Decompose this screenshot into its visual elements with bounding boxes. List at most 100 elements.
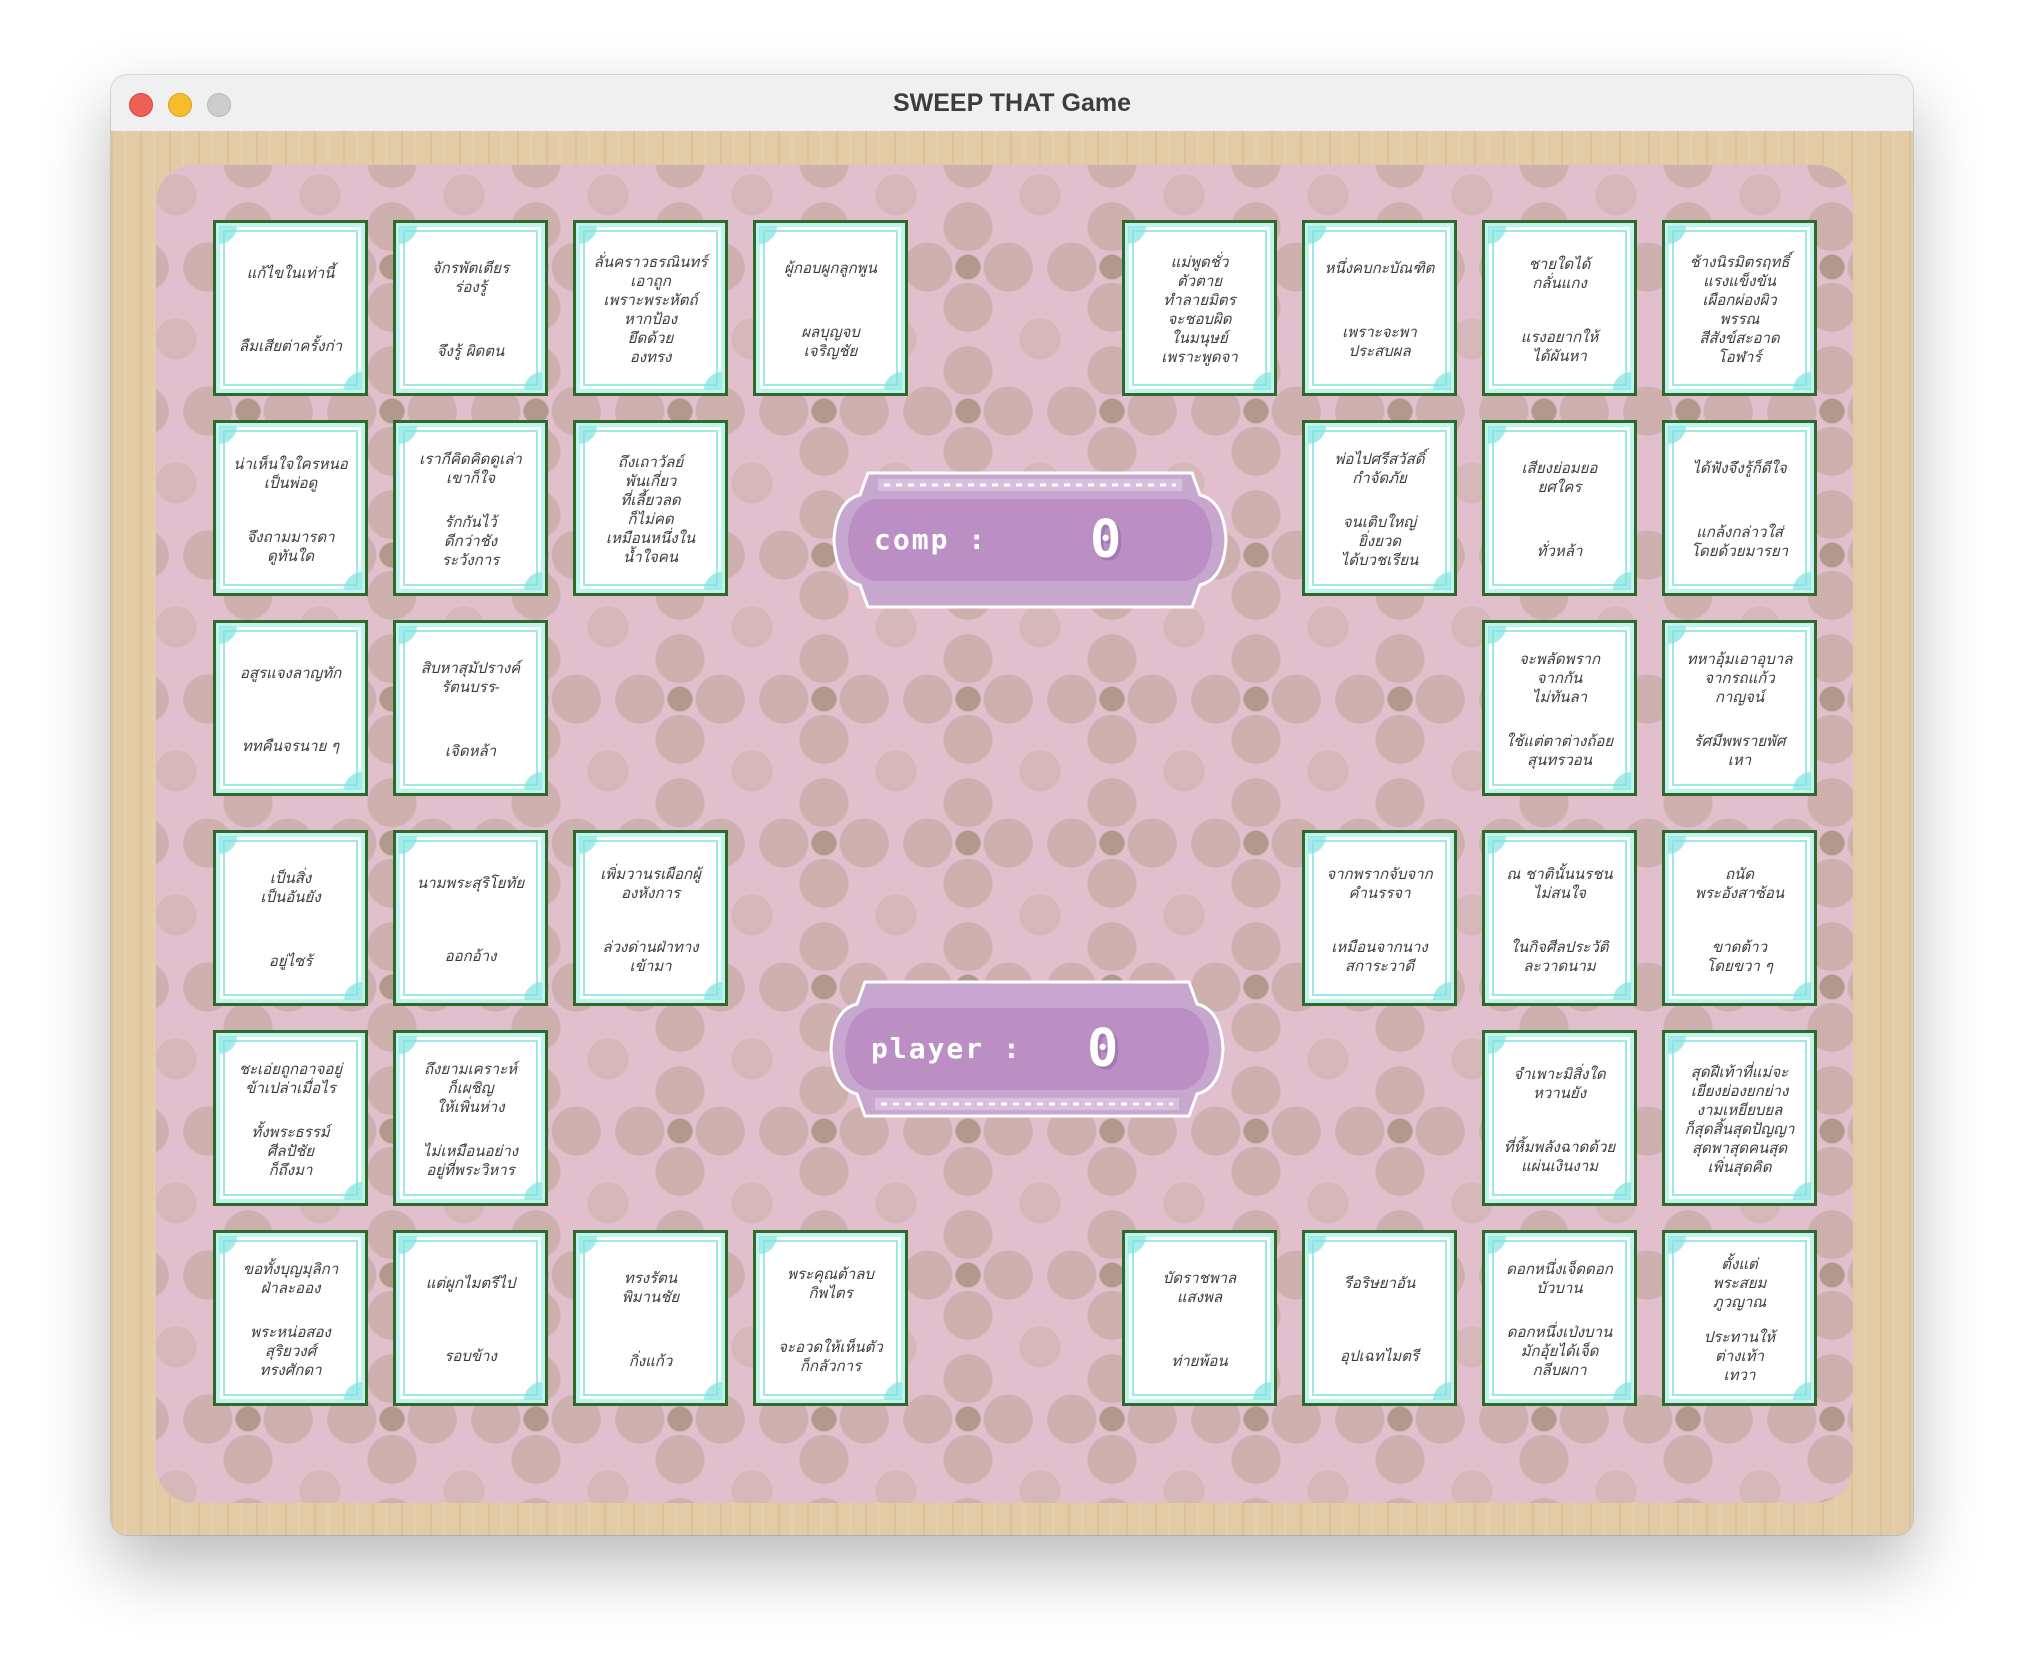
card-verse-line: จากพรากจับจาก คำนรรจา [1326, 864, 1433, 902]
game-card-c25[interactable]: ชะเอ่ยถูกอาจอยู่ ข้าเปล่าเมื่อไร ทั้งพระธ… [213, 1030, 368, 1206]
card-text: เป็นสิ่ง เป็นอันยัง อยู่ไซร้ [224, 847, 357, 993]
card-verse-line: สิบหาสุมัปรางค์ รัตนบรร- [420, 659, 521, 697]
card-verse-line: ผู้กอบผูกลูกพูน [784, 259, 877, 278]
card-verse-line: จักรพัตเตียร ร่องรู้ [431, 259, 510, 297]
game-card-c31[interactable]: ทรงรัตน พิมานชัย กิ่งแก้ว [573, 1230, 728, 1406]
card-text: ขอทั้งบุญมุลิกา ฝ่าละอองพระหน่อสอง สุริย… [224, 1247, 357, 1393]
card-text: จากพรากจับจาก คำนรรจาเหมือนจากนาง สการะว… [1313, 847, 1446, 993]
window-title: SWEEP THAT Game [892, 89, 1131, 117]
card-text: บัดราชพาล แสงพล ท่ายพ้อน [1133, 1247, 1266, 1393]
card-verse-line: สุดฝีเท้าที่แม่จะ เยียงย่องยกย่าง งามเหย… [1684, 1063, 1795, 1176]
card-text: ณ ชาตินั้นนรชน ไม่สนใจในกิจศีลประวัติ ละ… [1493, 847, 1626, 993]
card-verse-line: กิ่งแก้ว [628, 1351, 673, 1370]
card-verse-line: รักกันไว้ ดีกว่าชัง ระวังการ [441, 513, 500, 570]
card-verse-line: ถึงยามเคราะห์ ก็เผชิญ ให้เพิ่นห่าง [423, 1059, 518, 1116]
comp-score-value: 0 [1090, 510, 1122, 570]
game-card-c30[interactable]: แต่ผูกไมตรีไปรอบข้าง [393, 1230, 548, 1406]
card-verse-line: ทั้งพระธรรม์ ศีลปัชัย ก็ถึงมา [251, 1123, 330, 1180]
game-card-c23[interactable]: ณ ชาตินั้นนรชน ไม่สนใจในกิจศีลประวัติ ละ… [1482, 830, 1637, 1006]
game-card-c17[interactable]: จะพลัดพราก จากกัน ไม่ทันลาใช้แต่ตาต่างถ้… [1482, 620, 1637, 796]
game-card-c24[interactable]: ถนัด พระอังสาซ้อน ขาดต้าว โดยขวา ๆ [1662, 830, 1817, 1006]
card-text: จักรพัตเตียร ร่องรู้ จึงรู้ ผิดตน [404, 237, 537, 383]
game-card-c18[interactable]: ทหาอุ้มเอาอุบาล จากรถแก้ว กาญจน์ รัศมีพพร… [1662, 620, 1817, 796]
game-card-c34[interactable]: รีอริษยาอัน อุปเฉทไมตรี [1302, 1230, 1457, 1406]
card-text: เสียงย่อมยอ ยศใครทั่วหล้า [1493, 437, 1626, 583]
card-text: ถึงยามเคราะห์ ก็เผชิญ ให้เพิ่นห่างไม่เหม… [404, 1047, 537, 1193]
card-verse-line: ณ ชาตินั้นนรชน ไม่สนใจ [1506, 864, 1613, 902]
card-verse-line: ตั้งแต่ พระสยม ภูวญาณ [1712, 1255, 1767, 1311]
game-card-c14[interactable]: ได้ฟังจึงรู้ก็ดีใจ แกล้งกล่าวใส่ โดยด้วยม… [1662, 420, 1817, 596]
game-card-c6[interactable]: หนึ่งคบกะบัณฑิต เพราะจะพา ประสบผล [1302, 220, 1457, 396]
game-card-c11[interactable]: ถึงเถาวัลย์ พันเกี่ยว ที่เลี้ยวลด ก็ไม่ค… [573, 420, 728, 596]
card-verse-line: ไม่เหมือนอย่าง อยู่ที่พระวิหาร [422, 1142, 519, 1180]
game-card-c21[interactable]: เพิ่มวานรเผือกผู้ องหังการ ล่วงด่านฝ่าทาง… [573, 830, 728, 1006]
game-card-c15[interactable]: อสูรแจงลาญทัก ททคืนจรนาย ๆ [213, 620, 368, 796]
game-card-c7[interactable]: ชายใดได้ กลั่นแกงแรงอยากให้ ได้ผันหา [1482, 220, 1637, 396]
game-card-c32[interactable]: พระคุณต้าลบ กิพไตร จะอวดให้เห็นตัว ก็กลัว… [753, 1230, 908, 1406]
game-card-c29[interactable]: ขอทั้งบุญมุลิกา ฝ่าละอองพระหน่อสอง สุริย… [213, 1230, 368, 1406]
game-card-c10[interactable]: เรากีคิดคิดดูเล่า เขาก็ใจ รักกันไว้ ดีกว่… [393, 420, 548, 596]
card-text: หนึ่งคบกะบัณฑิต เพราะจะพา ประสบผล [1313, 237, 1446, 383]
card-verse-line: เสียงย่อมยอ ยศใคร [1521, 459, 1598, 497]
game-card-c13[interactable]: เสียงย่อมยอ ยศใครทั่วหล้า [1482, 420, 1637, 596]
card-text: รีอริษยาอัน อุปเฉทไมตรี [1313, 1247, 1446, 1393]
card-verse-line: แม่พูดชั่ว ตัวตาย ทำลายมิตร จะชอบผิด ในม… [1161, 253, 1238, 366]
card-verse-line: รอบข้าง [444, 1347, 497, 1365]
card-text: ลั่นคราวธรณินทร์ เอาถูก เพราะพระหัตถ์ หา… [584, 237, 717, 383]
card-verse-line: เป็นสิ่ง เป็นอันยัง [260, 869, 321, 907]
game-card-c8[interactable]: ช้างนิรมิตรฤทธิ์ แรงแข็งขัน เผือกผ่องผิว… [1662, 220, 1817, 396]
game-card-c12[interactable]: พ่อไปศรีสวัสดิ์ กำจัดภัย จนเติบใหญ่ ยิ่งย… [1302, 420, 1457, 596]
card-text: ทรงรัตน พิมานชัย กิ่งแก้ว [584, 1247, 717, 1393]
card-text: ช้างนิรมิตรฤทธิ์ แรงแข็งขัน เผือกผ่องผิว… [1673, 237, 1806, 383]
card-text: ชะเอ่ยถูกอาจอยู่ ข้าเปล่าเมื่อไร ทั้งพระธ… [224, 1047, 357, 1193]
card-verse-line: รีอริษยาอัน [1343, 1274, 1416, 1292]
card-verse-line: นามพระสุริโยทัย [416, 874, 525, 892]
game-card-c26[interactable]: ถึงยามเคราะห์ ก็เผชิญ ให้เพิ่นห่างไม่เหม… [393, 1030, 548, 1206]
game-card-c5[interactable]: แม่พูดชั่ว ตัวตาย ทำลายมิตร จะชอบผิด ในม… [1122, 220, 1277, 396]
game-card-c35[interactable]: ดอกหนึ่งเจ็ดดอก บัวบาน ดอกหนึ่งเป่งบาน มั… [1482, 1230, 1637, 1406]
game-window: SWEEP THAT Game comp : 0 player: 0 แก้ไ… [111, 75, 1913, 1535]
card-verse-line: ขอทั้งบุญมุลิกา ฝ่าละออง [242, 1259, 339, 1297]
game-card-c9[interactable]: น่าเห็นใจใครหนอ เป็นพ่อดู จึงถามมารดา ดูท… [213, 420, 368, 596]
game-card-c22[interactable]: จากพรากจับจาก คำนรรจาเหมือนจากนาง สการะว… [1302, 830, 1457, 1006]
card-verse-line: ดอกหนึ่งเจ็ดดอก บัวบาน [1506, 1259, 1613, 1297]
card-verse-line: ลั่นคราวธรณินทร์ เอาถูก เพราะพระหัตถ์ หา… [593, 253, 708, 366]
card-verse-line: เพิ่มวานรเผือกผู้ องหังการ [600, 864, 701, 902]
game-card-c1[interactable]: แก้ไขในเท่านี้ ลืมเสียต่าครั้งก่า [213, 220, 368, 396]
card-verse-line: จะพลัดพราก จากกัน ไม่ทันลา [1518, 649, 1601, 706]
card-text: ผู้กอบผูกลูกพูน ผลบุญจบ เจริญชัย [764, 237, 897, 383]
card-verse-line: แกล้งกล่าวใส่ โดยด้วยมารยา [1690, 522, 1789, 560]
title-bar: SWEEP THAT Game [111, 75, 1913, 132]
card-verse-line: ทั่วหล้า [1536, 541, 1583, 560]
game-card-c4[interactable]: ผู้กอบผูกลูกพูน ผลบุญจบ เจริญชัย [753, 220, 908, 396]
card-verse-line: จึงถามมารดา ดูทันใด [246, 527, 335, 565]
card-verse-line: จำเพาะมิสิ่งใด หวานยัง [1513, 1064, 1606, 1102]
card-text: ถึงเถาวัลย์ พันเกี่ยว ที่เลี้ยวลด ก็ไม่ค… [584, 437, 717, 583]
card-text: เรากีคิดคิดดูเล่า เขาก็ใจ รักกันไว้ ดีกว่… [404, 437, 537, 583]
card-verse-line: เหมือนจากนาง สการะวาดี [1331, 937, 1428, 975]
card-verse-line: พระคุณต้าลบ กิพไตร [787, 1264, 874, 1302]
card-verse-line: ชายใดได้ กลั่นแกง [1528, 254, 1591, 292]
game-card-c33[interactable]: บัดราชพาล แสงพล ท่ายพ้อน [1122, 1230, 1277, 1406]
card-verse-line: แต่ผูกไมตรีไป [425, 1274, 516, 1292]
game-card-c28[interactable]: สุดฝีเท้าที่แม่จะ เยียงย่องยกย่าง งามเหย… [1662, 1030, 1817, 1206]
game-card-c19[interactable]: เป็นสิ่ง เป็นอันยัง อยู่ไซร้ [213, 830, 368, 1006]
game-card-c20[interactable]: นามพระสุริโยทัย ออกอ้าง [393, 830, 548, 1006]
game-card-c36[interactable]: ตั้งแต่ พระสยม ภูวญาณประทานให้ ต่างเท้า … [1662, 1230, 1817, 1406]
game-card-c2[interactable]: จักรพัตเตียร ร่องรู้ จึงรู้ ผิดตน [393, 220, 548, 396]
card-verse-line: จนเติบใหญ่ ยิ่งยวด ได้บวชเรียน [1340, 513, 1419, 570]
game-card-c3[interactable]: ลั่นคราวธรณินทร์ เอาถูก เพราะพระหัตถ์ หา… [573, 220, 728, 396]
card-verse-line: พระหน่อสอง สุริยวงศ์ ทรงศักดา [250, 1323, 331, 1380]
card-text: จะพลัดพราก จากกัน ไม่ทันลาใช้แต่ตาต่างถ้… [1493, 637, 1626, 783]
card-verse-line: ใช้แต่ตาต่างถ้อย สุนทรวอน [1505, 732, 1614, 770]
card-verse-line: เจิดหล้า [444, 741, 497, 760]
card-verse-line: ถึงเถาวัลย์ พันเกี่ยว ที่เลี้ยวลด ก็ไม่ค… [605, 453, 696, 566]
card-verse-line: ประทานให้ ต่างเท้า เทวา [1703, 1328, 1776, 1384]
card-text: เพิ่มวานรเผือกผู้ องหังการ ล่วงด่านฝ่าทาง… [584, 847, 717, 993]
player-score-label: player : [871, 1032, 1022, 1065]
game-card-c16[interactable]: สิบหาสุมัปรางค์ รัตนบรร- เจิดหล้า [393, 620, 548, 796]
card-verse-line: ในกิจศีลประวัติ ละวาดนาม [1510, 937, 1609, 975]
card-verse-line: แรงอยากให้ ได้ผันหา [1520, 327, 1599, 365]
card-verse-line: ททคืนจรนาย ๆ [241, 737, 340, 755]
game-card-c27[interactable]: จำเพาะมิสิ่งใด หวานยัง ที่หิ้มพลังฉาดด้วย… [1482, 1030, 1637, 1206]
